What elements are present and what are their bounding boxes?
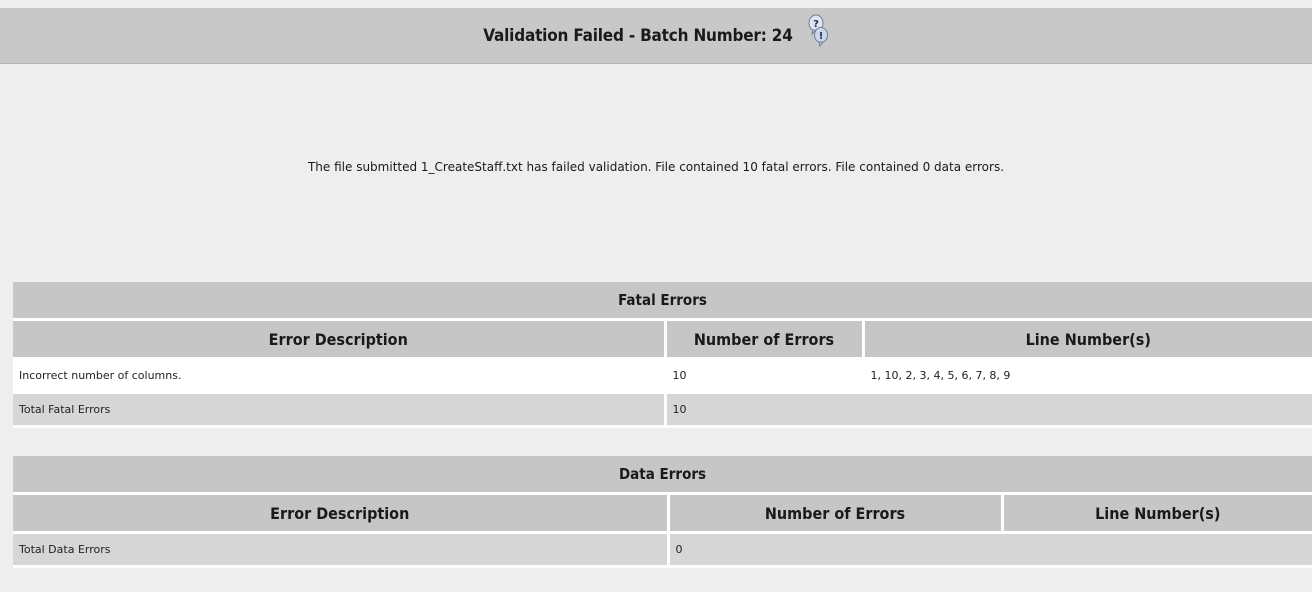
table-row: Incorrect number of columns. 10 1, 10, 2… [13,358,1312,394]
validation-summary: The file submitted 1_CreateStaff.txt has… [307,160,1005,174]
fatal-errors-title: Fatal Errors [13,282,1312,321]
column-header-number-of-errors: Number of Errors [668,493,1004,534]
column-header-error-description: Error Description [13,319,667,360]
total-fatal-errors-label: Total Fatal Errors [13,392,667,428]
error-description-cell: Incorrect number of columns. [13,358,667,394]
total-row: Total Data Errors 0 [13,532,1312,568]
total-data-errors-value: 0 [668,532,1312,568]
data-errors-title: Data Errors [13,456,1312,495]
fatal-errors-table: Fatal Errors Error Description Number of… [13,282,1312,428]
column-header-number-of-errors: Number of Errors [665,319,865,360]
total-fatal-errors-value: 10 [665,392,1312,428]
error-count-cell: 10 [665,358,865,394]
svg-text:!: ! [818,31,823,42]
help-icon[interactable]: ? ! [807,13,829,47]
page-title: Validation Failed - Batch Number: 24 [483,25,793,46]
total-row: Total Fatal Errors 10 [13,392,1312,428]
data-errors-table: Data Errors Error Description Number of … [13,456,1312,568]
line-numbers-cell: 1, 10, 2, 3, 4, 5, 6, 7, 8, 9 [863,358,1312,394]
title-bar: Validation Failed - Batch Number: 24 ? ! [0,8,1312,64]
column-header-line-numbers: Line Number(s) [1002,493,1312,534]
total-data-errors-label: Total Data Errors [13,532,670,568]
column-header-error-description: Error Description [13,493,670,534]
column-header-line-numbers: Line Number(s) [863,319,1312,360]
